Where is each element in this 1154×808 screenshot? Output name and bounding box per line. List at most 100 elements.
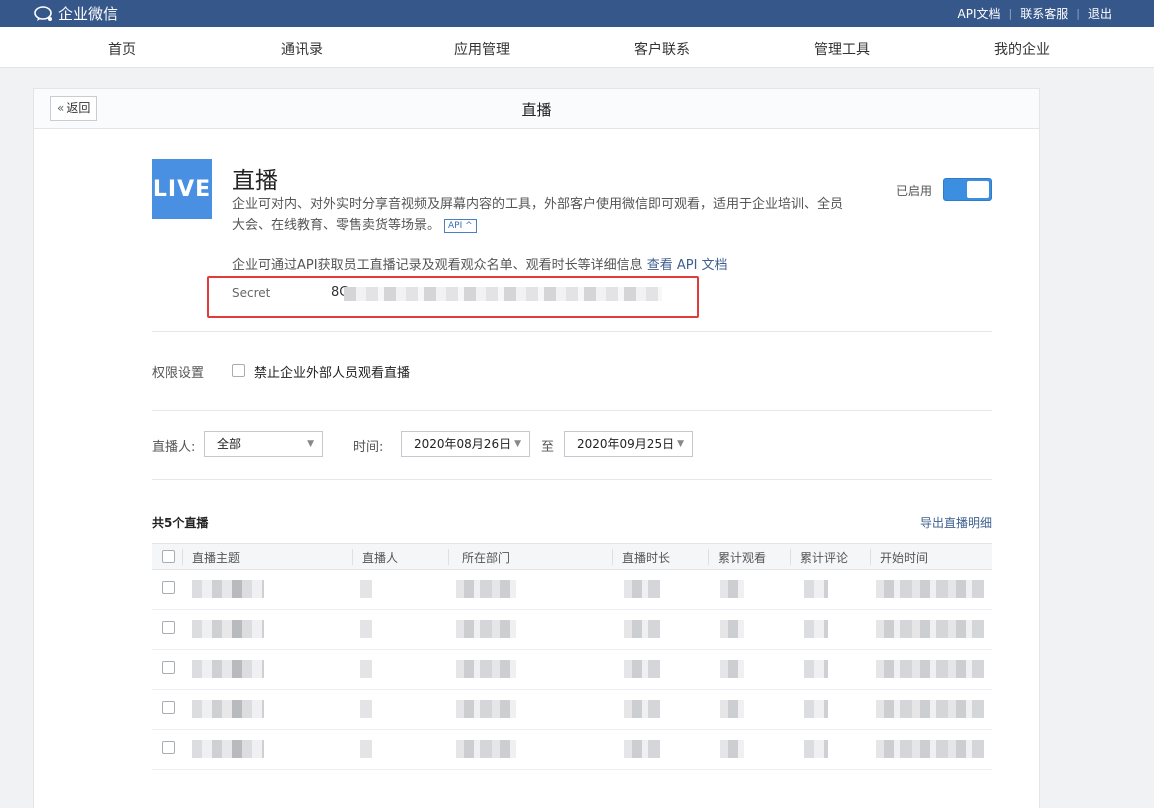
date-range-separator: 至 [541,440,555,455]
live-app-icon: LIVE [152,159,212,219]
column-total-views[interactable]: 累计观看 [718,549,782,565]
redacted-cell [192,660,264,678]
view-api-docs-link[interactable]: 查看 API 文档 [647,258,728,273]
table-row[interactable] [152,570,992,610]
logout-link[interactable]: 退出 [1088,5,1112,22]
end-date-value: 2020年09月25日 [577,437,675,451]
divider [152,410,992,411]
row-checkbox[interactable] [162,621,175,634]
table-row[interactable] [152,730,992,770]
streamer-select-value: 全部 [217,437,242,451]
table-row[interactable] [152,610,992,650]
app-description: 企业可对内、对外实时分享音视频及屏幕内容的工具，外部客户使用微信即可观看，适用于… [232,194,844,236]
column-separator [448,549,449,565]
redacted-cell [624,740,660,758]
redacted-cell [804,740,828,758]
nav-my-enterprise[interactable]: 我的企业 [962,39,1082,59]
caret-down-icon: ▼ [514,439,521,449]
column-separator [790,549,791,565]
divider [152,479,992,480]
top-bar: 企业微信 API文档 | 联系客服 | 退出 [0,0,1154,27]
toggle-knob [967,181,989,198]
block-external-viewers-checkbox[interactable] [232,364,245,377]
redacted-cell [192,700,264,718]
export-details-link[interactable]: 导出直播明细 [920,514,992,531]
select-all-checkbox[interactable] [162,550,175,563]
table-row[interactable] [152,650,992,690]
column-start-time[interactable]: 开始时间 [880,549,970,565]
page-title: 直播 [521,101,552,119]
redacted-cell [876,580,984,598]
redacted-cell [804,580,828,598]
table-header: 直播主题 直播人 所在部门 直播时长 累计观看 累计评论 开始时间 [152,543,992,570]
redacted-cell [456,580,516,598]
nav-customer-contact[interactable]: 客户联系 [602,39,722,59]
time-filter-label: 时间: [353,440,384,455]
api-tag[interactable]: API ^ [444,219,477,233]
redacted-cell [360,740,372,758]
row-checkbox[interactable] [162,741,175,754]
nav-home[interactable]: 首页 [62,39,182,59]
column-separator [182,549,183,565]
brand-logo[interactable]: 企业微信 [34,3,118,24]
brand-name: 企业微信 [58,5,119,23]
column-separator [708,549,709,565]
redacted-cell [720,700,744,718]
streamer-filter-label: 直播人: [152,440,196,455]
divider [152,331,992,332]
start-date-select[interactable]: 2020年08月26日 ▼ [401,431,530,457]
redacted-cell [192,620,264,638]
separator: | [1076,7,1080,20]
app-name: 直播 [232,168,278,194]
redacted-cell [360,660,372,678]
row-checkbox[interactable] [162,581,175,594]
column-department[interactable]: 所在部门 [462,549,510,565]
redacted-cell [720,660,744,678]
redacted-cell [876,740,984,758]
nav-management-tools[interactable]: 管理工具 [782,39,902,59]
redacted-cell [456,660,516,678]
wecom-logo-icon [34,5,52,21]
redacted-cell [804,700,828,718]
column-streamer[interactable]: 直播人 [362,549,398,565]
column-topic[interactable]: 直播主题 [192,549,240,565]
separator: | [1008,7,1013,20]
redacted-cell [876,660,984,678]
secret-label: Secret [232,286,271,300]
redacted-cell [624,580,660,598]
table-row[interactable] [152,690,992,730]
panel-header: « 返回 直播 [34,89,1039,129]
secret-redacted [344,287,662,301]
redacted-cell [192,580,264,598]
column-separator [612,549,613,565]
streamer-select[interactable]: 全部 ▼ [204,431,323,457]
caret-down-icon: ▼ [307,439,314,449]
nav-app-management[interactable]: 应用管理 [422,39,542,59]
nav-contacts[interactable]: 通讯录 [242,39,362,59]
redacted-cell [876,700,984,718]
redacted-cell [804,660,828,678]
row-checkbox[interactable] [162,661,175,674]
redacted-cell [720,740,744,758]
caret-down-icon: ▼ [677,439,684,449]
enable-toggle[interactable] [943,178,992,201]
row-checkbox[interactable] [162,701,175,714]
api-docs-link[interactable]: API文档 [958,5,1001,22]
column-separator [352,549,353,565]
redacted-cell [456,740,516,758]
redacted-cell [360,620,372,638]
redacted-cell [624,700,660,718]
contact-support-link[interactable]: 联系客服 [1020,5,1068,22]
column-separator [870,549,871,565]
redacted-cell [192,740,264,758]
permissions-label: 权限设置 [152,366,205,381]
redacted-cell [360,700,372,718]
column-duration[interactable]: 直播时长 [622,549,670,565]
end-date-select[interactable]: 2020年09月25日 ▼ [564,431,693,457]
main-nav: 首页 通讯录 应用管理 客户联系 管理工具 我的企业 [0,27,1154,68]
api-info-text: 企业可通过API获取员工直播记录及观看观众名单、观看时长等详细信息 [232,258,643,273]
api-info: 企业可通过API获取员工直播记录及观看观众名单、观看时长等详细信息 查看 API… [232,254,728,273]
redacted-cell [720,580,744,598]
column-total-comments[interactable]: 累计评论 [800,549,864,565]
redacted-cell [456,620,516,638]
